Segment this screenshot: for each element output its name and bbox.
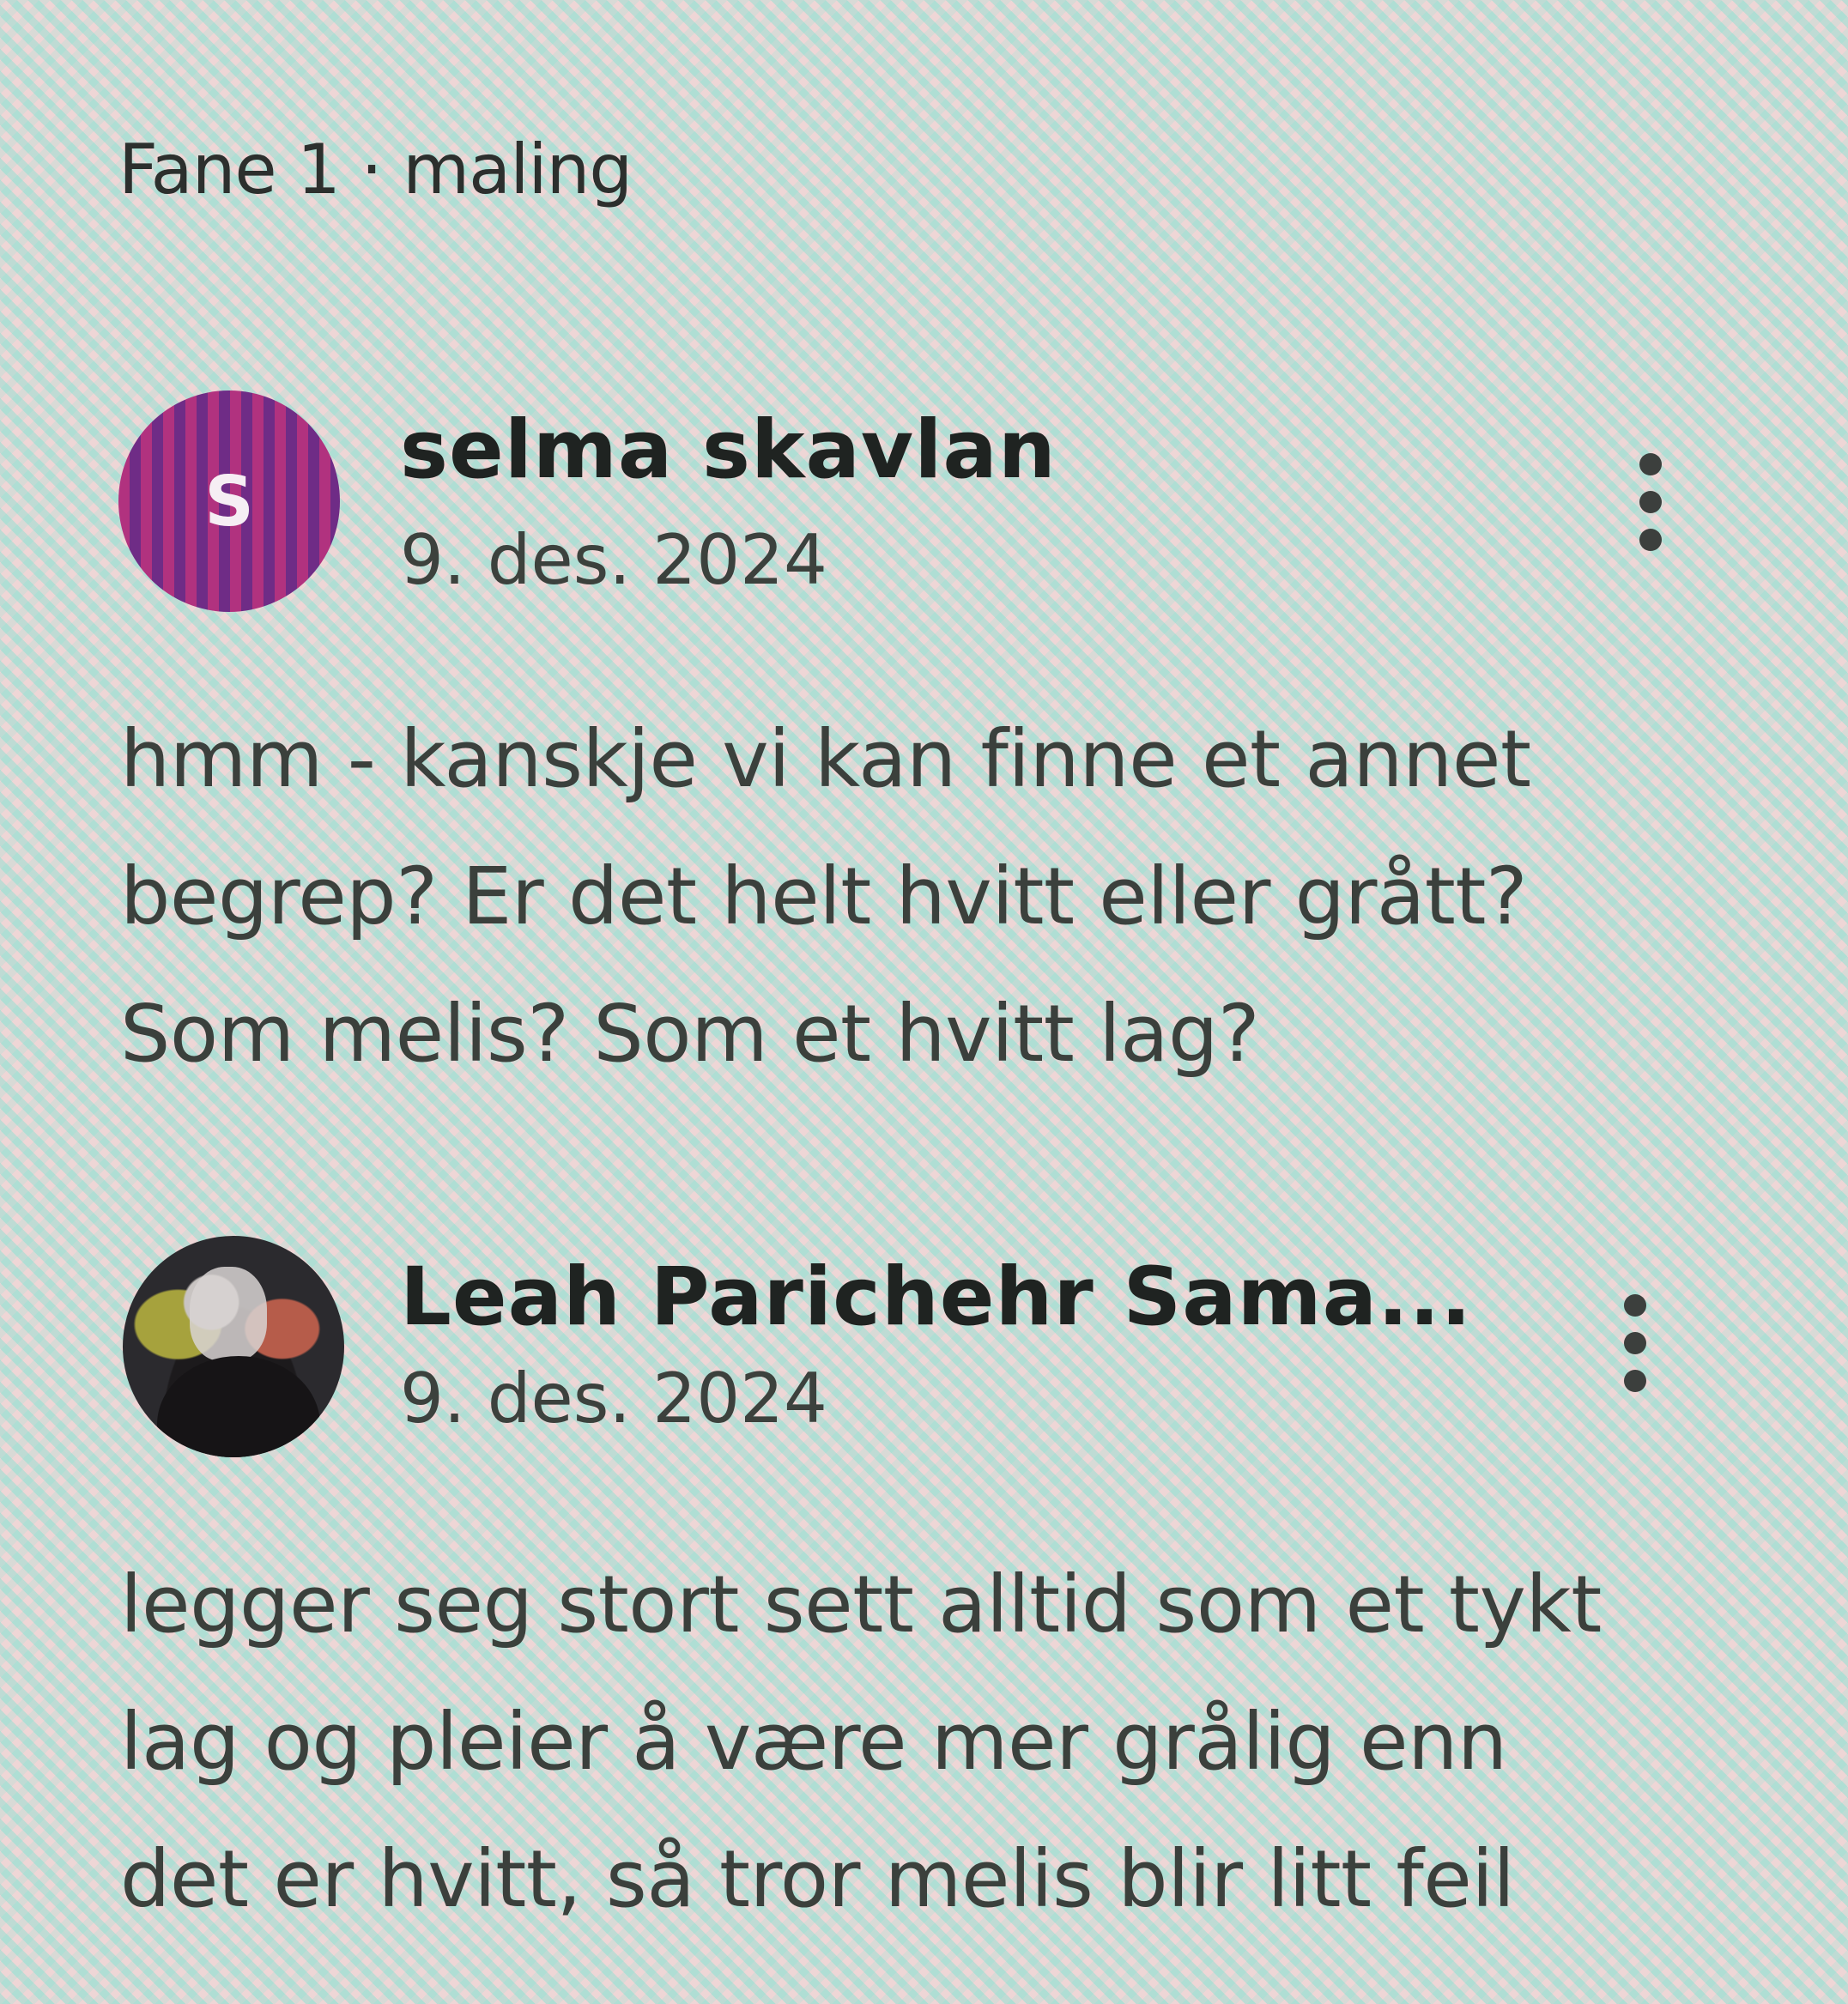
avatar-initial: S: [204, 461, 254, 542]
avatar-photo-face: [190, 1267, 267, 1361]
comment-body: legger seg stort sett alltid som et tykt…: [120, 1536, 1803, 1948]
more-vertical-icon-dot: [1639, 529, 1662, 551]
comment-author: Leah Parichehr Sama...: [400, 1250, 1473, 1344]
more-vertical-icon-dot: [1624, 1370, 1646, 1392]
comment-line: legger seg stort sett alltid som et tykt: [120, 1559, 1602, 1650]
avatar[interactable]: [123, 1236, 344, 1457]
more-options-button[interactable]: [1625, 438, 1676, 566]
comment-author: selma skavlan: [400, 403, 1057, 497]
comment-line: hmm - kanskje vi kan finne et annet: [120, 713, 1531, 805]
comment-line: lag og pleier å være mer grålig enn: [120, 1696, 1507, 1788]
comment-date: 9. des. 2024: [400, 1359, 827, 1438]
more-options-button[interactable]: [1609, 1279, 1661, 1408]
avatar-photo-body: [157, 1356, 320, 1457]
comment-line: begrep? Er det helt hvitt eller grått?: [120, 851, 1528, 942]
more-vertical-icon: [1639, 453, 1662, 475]
page-title: Fane 1 · maling: [118, 130, 633, 209]
more-vertical-icon-dot: [1624, 1332, 1646, 1354]
more-vertical-icon: [1624, 1294, 1646, 1317]
comment-date: 9. des. 2024: [400, 520, 827, 600]
comment-line: det er hvitt, så tror melis blir litt fe…: [120, 1833, 1515, 1925]
more-vertical-icon-dot: [1639, 491, 1662, 513]
comment-line: Som melis? Som et hvitt lag?: [120, 988, 1260, 1080]
comment-body: hmm - kanskje vi kan finne et annet begr…: [120, 691, 1803, 1103]
avatar[interactable]: S: [118, 391, 340, 612]
